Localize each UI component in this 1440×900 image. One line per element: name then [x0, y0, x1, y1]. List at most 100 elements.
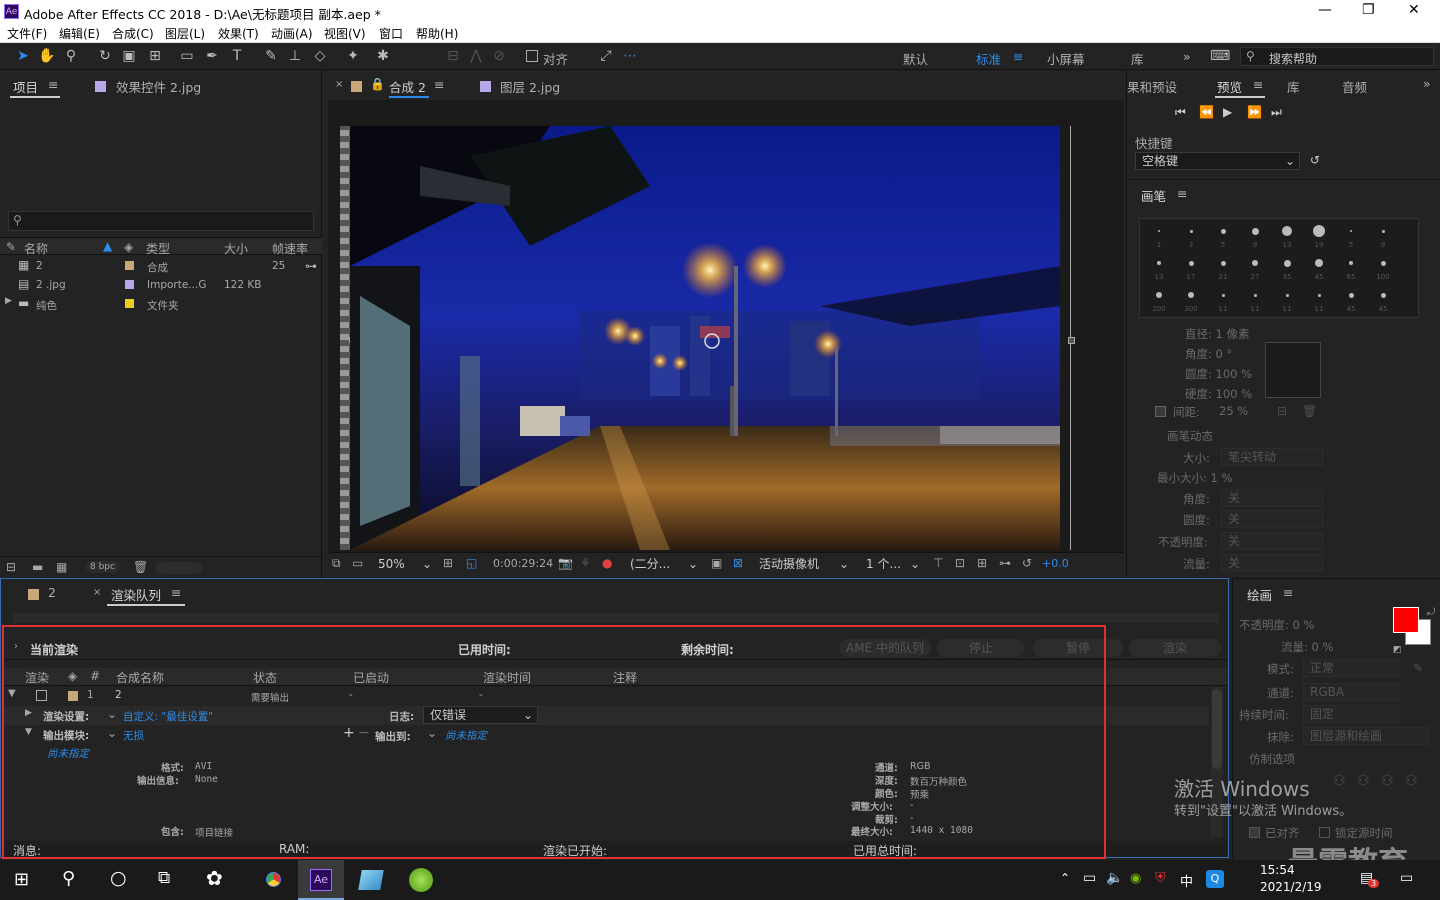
last-frame-icon[interactable]: ⏭	[1271, 105, 1282, 120]
shortcut-select[interactable]: 空格键 ⌄	[1135, 152, 1300, 170]
render-button[interactable]: 渲染	[1129, 639, 1221, 657]
brush-tip[interactable]: 3	[1176, 221, 1206, 251]
world-axis-icon[interactable]: ⋀	[467, 47, 485, 65]
show-snapshot-icon[interactable]: ⚘	[580, 556, 591, 570]
selection-tool-icon[interactable]: ➤	[14, 47, 32, 65]
dyn-size-select[interactable]: 笔尖转动	[1221, 448, 1323, 466]
brush-tip[interactable]: 1	[1144, 221, 1174, 251]
clone-preset-icon[interactable]: ⚇	[1381, 773, 1394, 789]
menu-layer[interactable]: 图层(L)	[165, 25, 205, 42]
minimize-button[interactable]: —	[1318, 2, 1332, 18]
search-icon[interactable]: ⚲	[62, 868, 75, 889]
green-app-icon[interactable]	[409, 868, 433, 892]
snap-grid-icon[interactable]: ⋯	[621, 47, 639, 65]
spacing-checkbox[interactable]	[1155, 406, 1166, 417]
channel-icon[interactable]: ●	[602, 556, 612, 570]
brush-tip[interactable]: 13	[1144, 253, 1174, 283]
toggle-pixel-aspect-icon[interactable]: ⊤	[933, 556, 943, 570]
close-button[interactable]: ✕	[1408, 2, 1420, 18]
brush-tip[interactable]: 11	[1208, 285, 1238, 315]
comp-menu-icon[interactable]: ≡	[434, 77, 444, 92]
project-item-row[interactable]: ▤ 2 .jpg Importe...G 122 KB	[0, 276, 322, 295]
zoom-tool-icon[interactable]: ⚲	[62, 47, 80, 65]
default-colors-icon[interactable]: ◩	[1393, 645, 1402, 655]
exposure-value[interactable]: +0.0	[1042, 557, 1069, 570]
pinwheel-app-icon[interactable]: ✿	[206, 866, 223, 890]
new-composition-icon[interactable]: ▦	[56, 560, 67, 574]
clone-preset-icon[interactable]: ⚇	[1405, 773, 1418, 789]
brush-tips-grid[interactable]: 1 3 5 9 13 19 5 9 13 17 21 27 35 45 65 100 200 300 11 11 11 1…	[1139, 218, 1419, 318]
security-icon[interactable]: ⛨	[1155, 870, 1166, 886]
qq-icon[interactable]: Q	[1206, 870, 1224, 888]
close-tab-icon[interactable]: ×	[93, 587, 101, 598]
view-axis-icon[interactable]: ⊘	[490, 47, 508, 65]
trash-icon[interactable]: 🗑	[133, 560, 148, 574]
brush-tip[interactable]: 27	[1240, 253, 1270, 283]
tab-timeline-2[interactable]: 2	[48, 585, 56, 600]
reset-icon[interactable]: ↺	[1310, 153, 1320, 167]
workspace-library[interactable]: 库	[1131, 49, 1144, 68]
brush-tip[interactable]: 9	[1368, 221, 1398, 251]
foreground-color-swatch[interactable]	[1393, 607, 1419, 633]
project-menu-icon[interactable]: ≡	[48, 77, 58, 92]
flowchart-icon[interactable]: ⊶	[999, 556, 1011, 570]
cortana-icon[interactable]: ○	[110, 867, 127, 889]
sort-ascending-icon[interactable]: ▲	[103, 239, 112, 253]
dyn-flow-select[interactable]: 关	[1221, 554, 1323, 572]
menu-help[interactable]: 帮助(H)	[416, 25, 458, 42]
snap-icon[interactable]: ⤢	[597, 47, 615, 65]
tray-expand-icon[interactable]: ⌃	[1060, 871, 1070, 885]
resolution-select[interactable]: (二分... ⌄	[623, 555, 703, 573]
tab-effect-controls[interactable]: 效果控件 2.jpg	[116, 77, 201, 96]
close-tab-icon[interactable]: ×	[335, 79, 343, 90]
lock-icon[interactable]: 🔒	[370, 77, 385, 91]
tab-library[interactable]: 库	[1287, 77, 1300, 96]
brush-tip[interactable]: 45	[1304, 253, 1334, 283]
menu-effect[interactable]: 效果(T)	[218, 25, 259, 42]
lock-source-time-checkbox[interactable]	[1319, 827, 1330, 838]
previous-frame-icon[interactable]: ⏪	[1199, 105, 1214, 119]
paint-flow[interactable]: 流量: 0 %	[1281, 639, 1333, 655]
brush-tip[interactable]: 11	[1240, 285, 1270, 315]
volume-icon[interactable]: 🔈	[1106, 870, 1123, 886]
network-icon[interactable]: ▭	[1083, 870, 1096, 886]
more-panels-icon[interactable]: »	[1423, 76, 1431, 91]
paint-opacity[interactable]: 不透明度: 0 %	[1239, 617, 1314, 633]
column-fps[interactable]: 帧速率	[272, 240, 308, 257]
layer-handle[interactable]	[1068, 337, 1075, 344]
camera-select[interactable]: 活动摄像机 ⌄	[752, 555, 854, 573]
column-name[interactable]: 名称	[24, 240, 48, 257]
clock-date[interactable]: 2021/2/19	[1260, 880, 1322, 894]
timeline-icon[interactable]: ⊞	[977, 556, 987, 570]
scrollbar-thumb[interactable]	[1212, 689, 1222, 769]
help-search-input[interactable]: ⚲ 搜索帮助	[1240, 47, 1434, 66]
tab-composition[interactable]: 合成 2	[389, 77, 426, 96]
brush-tip[interactable]: 45	[1336, 285, 1366, 315]
project-search-input[interactable]: ⚲	[8, 211, 314, 231]
workspace-small-screen[interactable]: 小屏幕	[1047, 49, 1085, 68]
menu-file[interactable]: 文件(F)	[7, 25, 47, 42]
menu-composition[interactable]: 合成(C)	[112, 25, 154, 42]
brush-tip[interactable]: 35	[1272, 253, 1302, 283]
brush-tip[interactable]: 13	[1272, 221, 1302, 251]
swap-colors-icon[interactable]: ⤾	[1427, 607, 1435, 618]
windows-start-icon[interactable]: ⊞	[14, 869, 29, 890]
pan-behind-tool-icon[interactable]: ⊞	[146, 47, 164, 65]
expand-arrow-icon[interactable]: ▶	[5, 296, 12, 306]
action-center-icon[interactable]: ▭	[1400, 870, 1413, 886]
play-icon[interactable]: ▶	[1223, 105, 1232, 119]
brush-tip[interactable]: 9	[1240, 221, 1270, 251]
region-of-interest-icon[interactable]: ▣	[711, 556, 722, 570]
tab-audio[interactable]: 音频	[1342, 77, 1367, 96]
eraser-tool-icon[interactable]: ◇	[311, 47, 329, 65]
brush-tip[interactable]: 5	[1208, 221, 1238, 251]
brush-tip[interactable]: 5	[1336, 221, 1366, 251]
preview-menu-icon[interactable]: ≡	[1253, 77, 1263, 92]
brush-tip[interactable]: 11	[1304, 285, 1334, 315]
ime-indicator[interactable]: 中	[1180, 871, 1193, 890]
roto-brush-tool-icon[interactable]: ✦	[344, 47, 362, 65]
brush-delete-icon[interactable]: 🗑	[1302, 404, 1317, 418]
camera-tool-icon[interactable]: ▣	[120, 47, 138, 65]
flowchart-icon[interactable]: ⊶	[305, 259, 317, 273]
more-workspaces-icon[interactable]: »	[1183, 49, 1191, 64]
